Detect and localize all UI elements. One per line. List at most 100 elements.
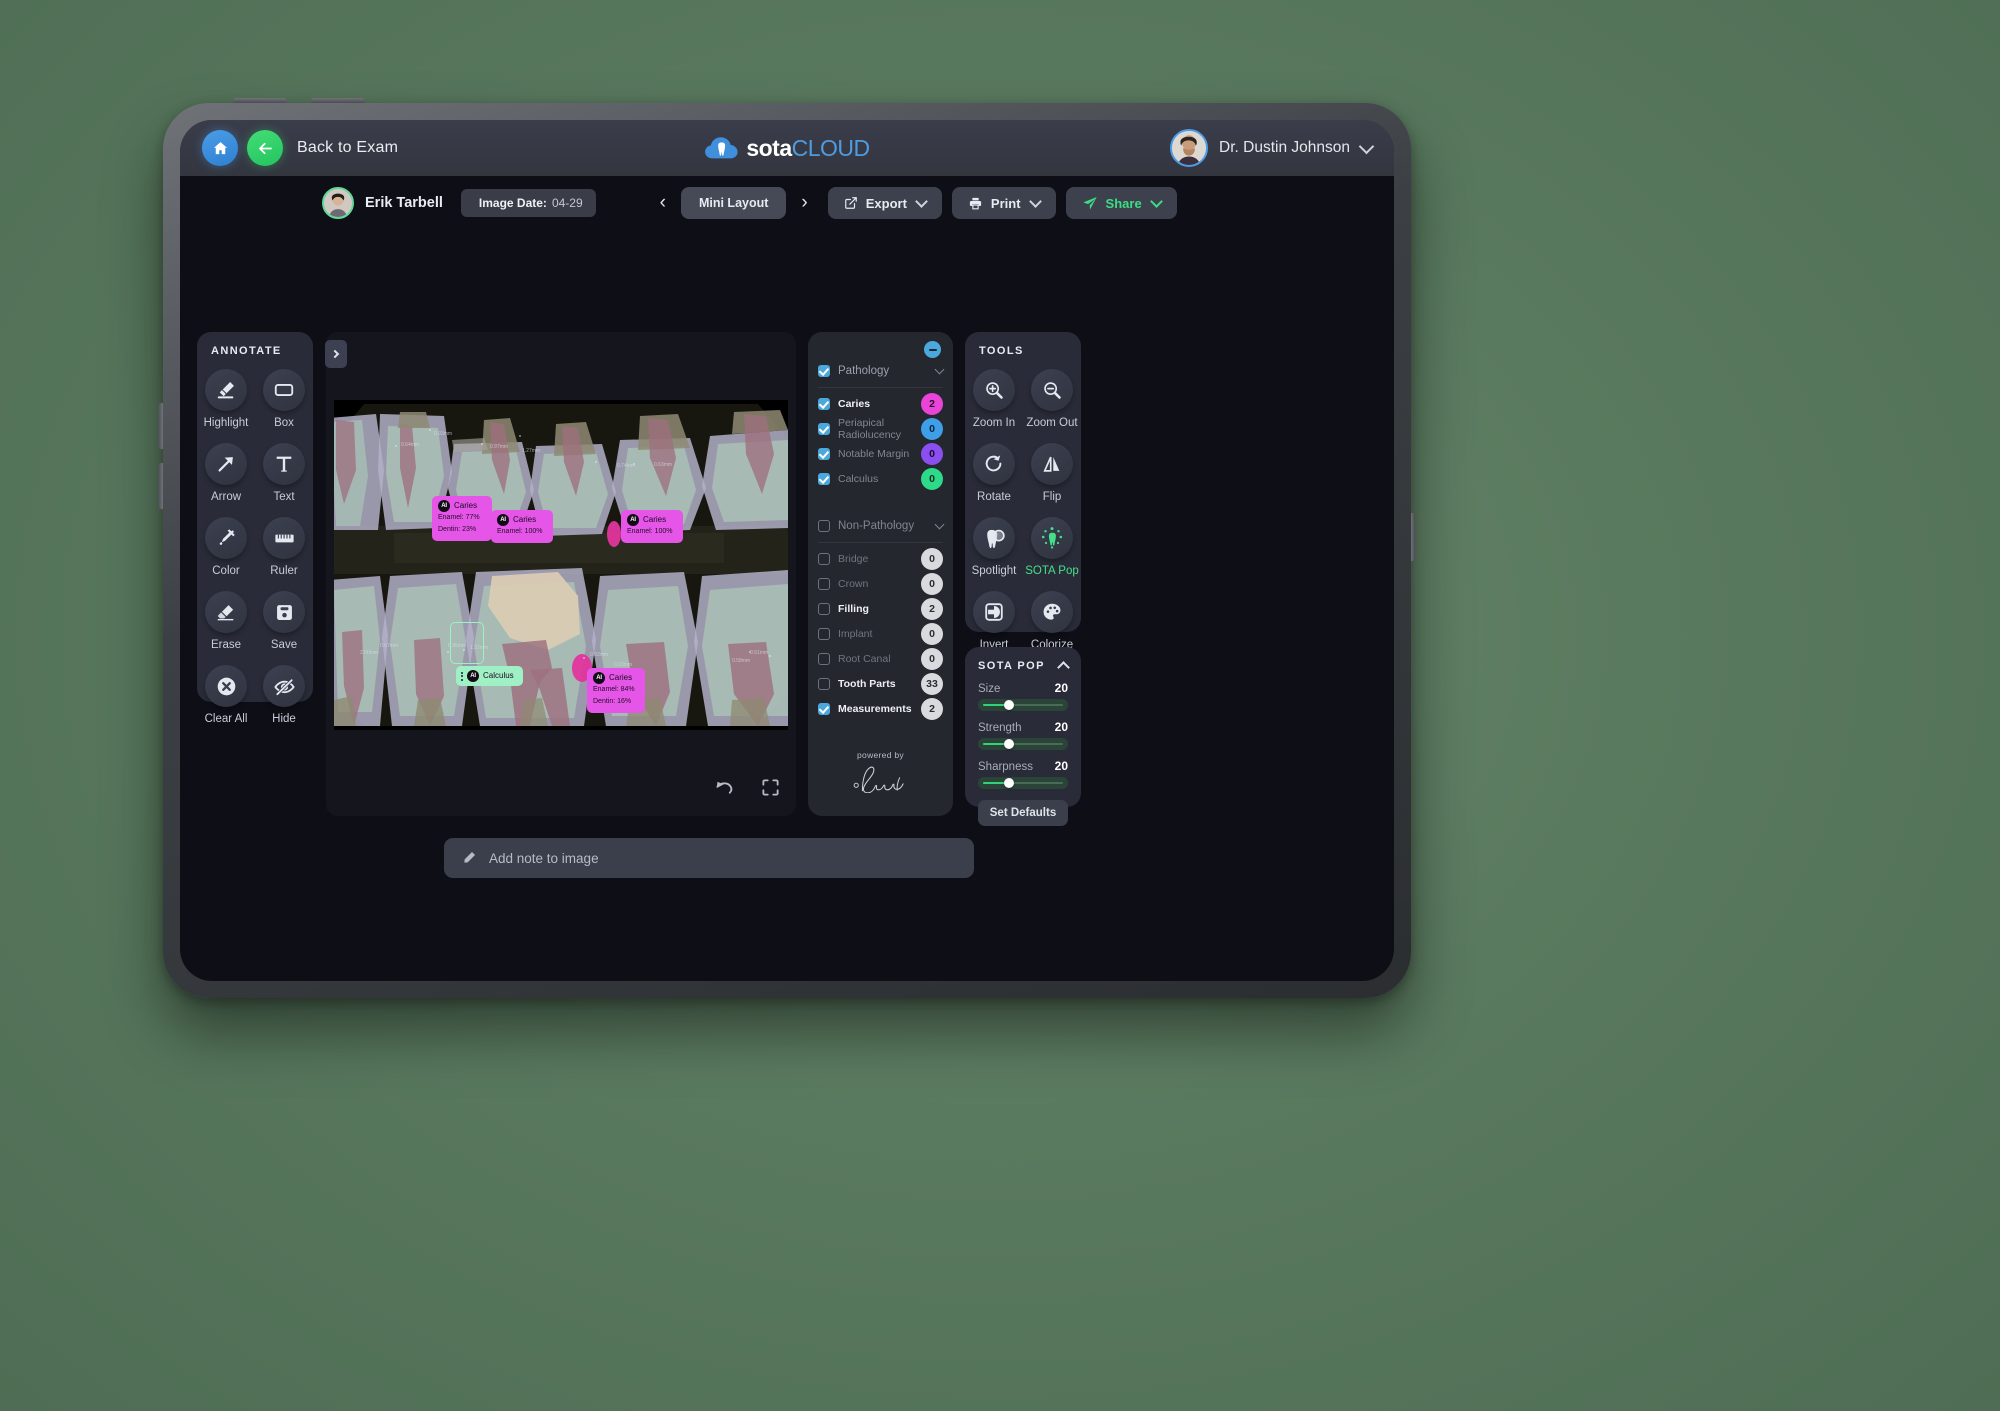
finding-row-filling[interactable]: Filling 2 bbox=[808, 596, 953, 621]
tools-panel: TOOLS Zoom In Zoom Out Rotate Flip Spotl… bbox=[965, 332, 1081, 651]
tool-colorize[interactable]: Colorize bbox=[1023, 591, 1081, 651]
finding-checkbox[interactable] bbox=[818, 472, 830, 485]
annotate-tool-label: Box bbox=[274, 417, 294, 429]
tool-spotlight[interactable]: Spotlight bbox=[965, 517, 1023, 577]
add-note-field[interactable]: Add note to image bbox=[444, 838, 974, 878]
print-button[interactable]: Print bbox=[951, 187, 1056, 219]
annotate-tool-erase[interactable]: Erase bbox=[197, 591, 255, 651]
finding-count-badge: 0 bbox=[921, 417, 943, 440]
finding-checkbox[interactable] bbox=[818, 652, 830, 665]
chevron-down-icon[interactable] bbox=[934, 364, 945, 375]
annotate-tool-save[interactable]: Save bbox=[255, 591, 313, 651]
tool-invert[interactable]: Invert bbox=[965, 591, 1023, 651]
annotate-tool-highlight[interactable]: Highlight bbox=[197, 369, 255, 429]
annotate-tool-box[interactable]: Box bbox=[255, 369, 313, 429]
annotate-tool-text[interactable]: Text bbox=[255, 443, 313, 503]
measurement-label: 0.64mm bbox=[401, 442, 420, 448]
finding-row-caries[interactable]: Caries 2 bbox=[808, 391, 953, 416]
slider-value: 20 bbox=[1054, 681, 1068, 695]
group-checkbox[interactable] bbox=[818, 520, 830, 532]
slider-strength[interactable] bbox=[978, 738, 1068, 750]
sota-pop-header[interactable]: SOTA POP bbox=[978, 659, 1070, 674]
finding-checkbox[interactable] bbox=[818, 702, 830, 715]
tools-grid: Zoom In Zoom Out Rotate Flip Spotlight S… bbox=[965, 369, 1081, 665]
export-button[interactable]: Export bbox=[827, 187, 942, 219]
finding-checkbox[interactable] bbox=[818, 577, 830, 590]
finding-row-bridge[interactable]: Bridge 0 bbox=[808, 546, 953, 571]
finding-count-badge: 0 bbox=[921, 547, 943, 570]
ai-badge: AI bbox=[593, 672, 605, 685]
set-defaults-button[interactable]: Set Defaults bbox=[978, 800, 1068, 826]
tool-zoom-in[interactable]: Zoom In bbox=[965, 369, 1023, 429]
annotation-detail: Enamel: 100% bbox=[497, 528, 543, 536]
expand-panel-button[interactable] bbox=[325, 340, 347, 368]
fullscreen-icon[interactable] bbox=[761, 778, 780, 797]
home-button[interactable] bbox=[202, 130, 238, 166]
finding-checkbox[interactable] bbox=[818, 627, 830, 640]
back-button[interactable] bbox=[247, 130, 283, 166]
annotate-tool-ruler[interactable]: Ruler bbox=[255, 517, 313, 577]
finding-row-periapical-radiolucency[interactable]: Periapical Radiolucency 0 bbox=[808, 416, 953, 441]
finding-row-implant[interactable]: Implant 0 bbox=[808, 621, 953, 646]
group-checkbox[interactable] bbox=[818, 365, 830, 377]
undo-arrow-icon[interactable] bbox=[714, 777, 735, 798]
findings-group-pathology[interactable]: Pathology bbox=[808, 358, 953, 384]
annotation-caries-2[interactable]: AI Caries Enamel: 100% bbox=[491, 510, 553, 544]
chevron-right-icon bbox=[330, 349, 340, 359]
finding-checkbox[interactable] bbox=[818, 447, 830, 460]
annotate-tool-label: Save bbox=[270, 639, 298, 651]
user-menu[interactable]: Dr. Dustin Johnson bbox=[1170, 129, 1375, 167]
share-button[interactable]: Share bbox=[1065, 187, 1177, 219]
finding-row-root-canal[interactable]: Root Canal 0 bbox=[808, 646, 953, 671]
finding-row-crown[interactable]: Crown 0 bbox=[808, 571, 953, 596]
slider-size[interactable] bbox=[978, 699, 1068, 711]
finding-row-calculus[interactable]: Calculus 0 bbox=[808, 466, 953, 491]
tool-flip[interactable]: Flip bbox=[1023, 443, 1081, 503]
mini-layout-button[interactable]: Mini Layout bbox=[680, 187, 787, 219]
chevron-down-icon[interactable] bbox=[934, 519, 945, 530]
next-layout-button[interactable]: › bbox=[797, 190, 811, 216]
finding-checkbox[interactable] bbox=[818, 397, 830, 410]
annotation-caries-4[interactable]: AI Caries Enamel: 84% Dentin: 16% bbox=[587, 668, 645, 714]
annotation-title: Calculus bbox=[483, 671, 514, 680]
annotation-caries-1[interactable]: AI Caries Enamel: 77% Dentin: 23% bbox=[432, 496, 492, 542]
xray-image[interactable]: 0.64mm 0.93mm 0.97mm 1.27mm 0.74mm 0.63m… bbox=[334, 400, 788, 730]
chevron-up-icon[interactable] bbox=[1057, 661, 1070, 674]
palette-icon bbox=[1043, 603, 1061, 620]
annotate-tool-hide[interactable]: Hide bbox=[255, 665, 313, 725]
back-to-exam-label[interactable]: Back to Exam bbox=[297, 139, 398, 157]
findings-group-non-pathology[interactable]: Non-Pathology bbox=[808, 513, 953, 539]
finding-count-badge: 33 bbox=[921, 672, 943, 695]
tool-zoom-out[interactable]: Zoom Out bbox=[1023, 369, 1081, 429]
annotation-title: Caries bbox=[513, 515, 537, 524]
annotate-tool-clear-all[interactable]: Clear All bbox=[197, 665, 255, 725]
finding-label: Notable Margin bbox=[838, 447, 910, 460]
image-toolbar: Erik Tarbell Image Date: 04-29 ‹ Mini Lay… bbox=[180, 176, 1394, 230]
finding-checkbox[interactable] bbox=[818, 552, 830, 565]
annotation-caries-3[interactable]: AI Caries Enamel: 100% bbox=[621, 510, 683, 544]
group-label: Non-Pathology bbox=[838, 520, 915, 532]
measurement-label: 0.83mm bbox=[590, 652, 609, 658]
finding-row-tooth-parts[interactable]: Tooth Parts 33 bbox=[808, 671, 953, 696]
chevron-down-icon[interactable] bbox=[1358, 138, 1375, 154]
drag-handle-icon[interactable] bbox=[461, 671, 463, 681]
prev-layout-button[interactable]: ‹ bbox=[656, 190, 670, 216]
finding-checkbox[interactable] bbox=[818, 602, 830, 615]
tool-rotate[interactable]: Rotate bbox=[965, 443, 1023, 503]
chevron-down-icon bbox=[1149, 195, 1163, 208]
finding-row-measurements[interactable]: Measurements 2 bbox=[808, 696, 953, 721]
annotate-tool-arrow[interactable]: Arrow bbox=[197, 443, 255, 503]
tool-sota-pop[interactable]: SOTA Pop bbox=[1023, 517, 1081, 577]
add-note-placeholder: Add note to image bbox=[489, 850, 599, 866]
slider-sharpness[interactable] bbox=[978, 777, 1068, 789]
collapse-findings-button[interactable] bbox=[924, 341, 941, 358]
selection-box[interactable] bbox=[450, 622, 484, 664]
finding-checkbox[interactable] bbox=[818, 677, 830, 690]
annotate-tool-label: Text bbox=[273, 491, 295, 503]
finding-checkbox[interactable] bbox=[818, 422, 830, 435]
finding-row-notable-margin[interactable]: Notable Margin 0 bbox=[808, 441, 953, 466]
slider-label: Size bbox=[978, 683, 1001, 695]
annotation-calculus[interactable]: AI Calculus bbox=[456, 666, 523, 687]
annotate-tool-color[interactable]: Color bbox=[197, 517, 255, 577]
magnifier-plus-icon bbox=[986, 382, 1003, 399]
